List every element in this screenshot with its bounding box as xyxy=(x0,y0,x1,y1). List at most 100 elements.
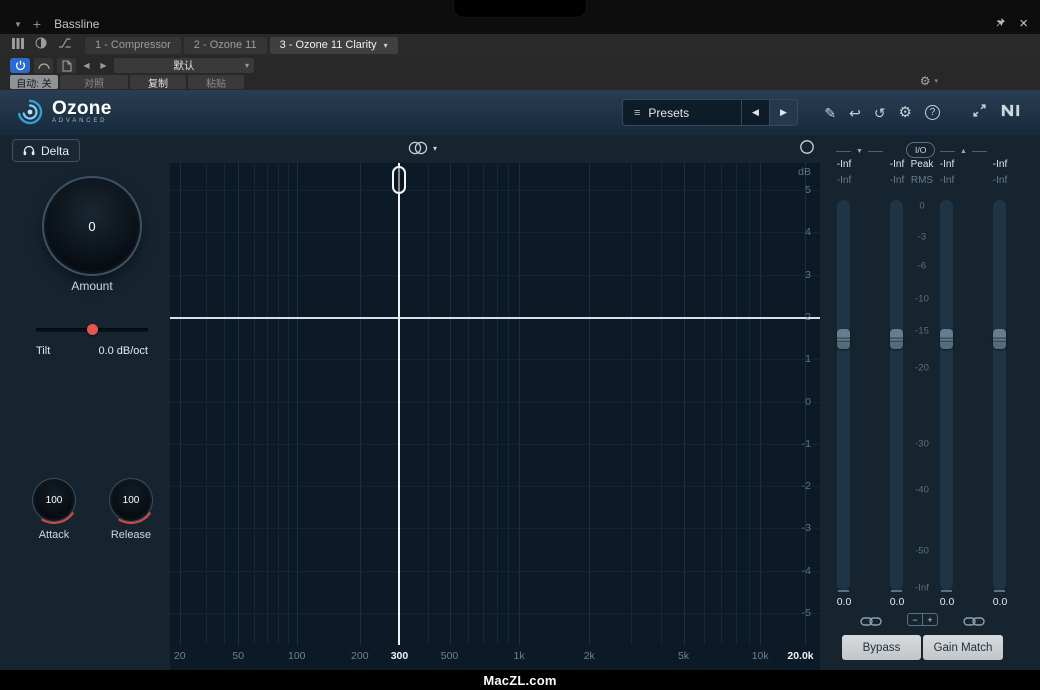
gridline-v xyxy=(450,163,451,645)
input-collapse-control[interactable]: ▼ xyxy=(836,148,883,155)
plugin-power-button[interactable] xyxy=(10,58,30,73)
routing-icon[interactable] xyxy=(58,36,71,54)
gridline-v xyxy=(497,163,498,645)
preset-file-button[interactable] xyxy=(57,58,76,73)
preset-prev-button[interactable]: ◀ xyxy=(741,100,769,125)
release-knob[interactable]: 100 xyxy=(112,481,150,519)
help-icon[interactable]: ? xyxy=(925,105,940,120)
ozone-logo: Ozone ADVANCED xyxy=(16,98,112,126)
db-tick: 2 xyxy=(805,311,811,323)
gridline-v xyxy=(238,163,239,645)
attack-knob[interactable]: 100 xyxy=(35,481,73,519)
collapse-circle-icon[interactable] xyxy=(799,139,815,160)
freq-tick-highlight: 300 xyxy=(391,650,409,662)
trim-plus-button[interactable]: + xyxy=(922,614,937,625)
preset-prev-button[interactable]: ◀ xyxy=(80,58,93,73)
pin-icon[interactable] xyxy=(995,15,1006,33)
output-collapse-control[interactable]: ▲ xyxy=(940,148,987,155)
add-tab-icon[interactable]: + xyxy=(33,19,41,29)
close-icon[interactable]: × xyxy=(1019,17,1028,31)
release-value: 100 xyxy=(123,495,140,506)
gridline-h xyxy=(170,486,820,487)
chain-tab-ozone-clarity[interactable]: 3 - Ozone 11 Clarity ▾ xyxy=(270,37,398,54)
presets-browser-button[interactable]: ≡ Presets xyxy=(623,100,741,125)
tab-label: 3 - Ozone 11 Clarity xyxy=(280,39,377,51)
plugin-window: ▼ + Bassline × 1 - Compressor xyxy=(0,0,1040,690)
chain-bar: 1 - Compressor 2 - Ozone 11 3 - Ozone 11… xyxy=(0,34,1040,56)
gridline-v xyxy=(428,163,429,645)
spectrum-display[interactable]: dB 543210-1-2-3-4-520501002005001k2k5k10… xyxy=(170,163,820,670)
io-toggle[interactable]: I/O xyxy=(906,142,935,158)
resize-icon[interactable] xyxy=(972,103,987,123)
preset-next-button[interactable]: ▶ xyxy=(769,100,797,125)
tilt-band-handle[interactable] xyxy=(392,166,406,194)
delta-button[interactable]: Delta xyxy=(12,139,80,162)
preset-selector[interactable]: 默认 ▾ xyxy=(114,58,254,73)
chain-tab-compressor[interactable]: 1 - Compressor xyxy=(85,37,181,54)
freq-tick: 500 xyxy=(441,650,459,662)
wet-dry-icon[interactable] xyxy=(35,36,47,54)
db-tick: -2 xyxy=(802,480,811,492)
gain-value: 0.0 xyxy=(940,596,955,608)
chevron-down-icon: ▾ xyxy=(384,41,388,50)
input-link-icon[interactable] xyxy=(860,614,882,632)
history-icon[interactable]: ↺ xyxy=(874,106,886,120)
amount-knob[interactable]: 0 xyxy=(46,180,138,272)
host-settings-button[interactable]: ⚙ ▾ xyxy=(920,74,938,88)
input-meter-left[interactable] xyxy=(837,200,850,590)
db-tick: -5 xyxy=(802,607,811,619)
copy-button[interactable]: 复制 xyxy=(130,75,186,89)
automation-toggle[interactable]: 自动: 关 xyxy=(10,75,58,89)
fader-handle[interactable] xyxy=(837,329,850,349)
compare-button[interactable]: 对照 xyxy=(60,75,128,89)
chevron-down-icon: ▾ xyxy=(433,144,437,153)
io-panel: ▼ I/O ▲ Peak RMS − + xyxy=(820,135,1040,670)
output-meter-left[interactable] xyxy=(940,200,953,590)
meter-scale-tick: 0 xyxy=(902,201,942,212)
gridline-v xyxy=(468,163,469,645)
mixer-view-icon[interactable] xyxy=(12,36,24,54)
gridline-v xyxy=(206,163,207,645)
bypass-button[interactable]: Bypass xyxy=(842,635,921,660)
db-axis-unit: dB xyxy=(798,166,811,178)
input-meter-right[interactable] xyxy=(890,200,903,590)
db-tick: 4 xyxy=(805,226,811,238)
tab-label: 1 - Compressor xyxy=(95,39,171,51)
sidechain-listen-button[interactable] xyxy=(34,58,53,73)
dash-icon xyxy=(836,151,851,152)
brand-subtitle: ADVANCED xyxy=(52,118,112,124)
triangle-up-icon: ▲ xyxy=(960,148,967,155)
trim-minus-button[interactable]: − xyxy=(908,614,922,625)
gridline-v xyxy=(224,163,225,645)
gridline-v xyxy=(360,163,361,645)
output-meter-right[interactable] xyxy=(993,200,1006,590)
gridline-h xyxy=(170,232,820,233)
gain-match-button[interactable]: Gain Match xyxy=(923,635,1003,660)
db-tick: -4 xyxy=(802,565,811,577)
meter-scale-tick: -Inf xyxy=(902,583,942,594)
meter-bottom-mark xyxy=(838,590,849,592)
fader-handle[interactable] xyxy=(993,329,1006,349)
power-icon xyxy=(15,60,26,71)
preset-next-button[interactable]: ▶ xyxy=(97,58,110,73)
paste-button[interactable]: 粘贴 xyxy=(188,75,244,89)
settings-gear-icon[interactable]: ⚙ xyxy=(899,106,912,120)
gridline-v xyxy=(519,163,520,645)
freq-tick: 200 xyxy=(351,650,369,662)
db-tick: -1 xyxy=(802,438,811,450)
undo-icon[interactable]: ↩ xyxy=(849,106,861,120)
chain-tab-ozone[interactable]: 2 - Ozone 11 xyxy=(184,37,267,54)
freq-axis-max[interactable]: 20.0k xyxy=(787,650,813,662)
gridline-v xyxy=(589,163,590,645)
db-tick: -3 xyxy=(802,522,811,534)
stereo-mode-selector[interactable]: ▾ xyxy=(406,141,437,155)
tilt-slider-handle[interactable] xyxy=(87,324,98,335)
gridline-h xyxy=(170,571,820,572)
output-link-icon[interactable] xyxy=(963,614,985,632)
bottom-bar: MacZL.com xyxy=(0,670,1040,690)
collapse-icon[interactable]: ▼ xyxy=(14,20,22,29)
attack-label: Attack xyxy=(24,529,84,541)
rms-value: -Inf xyxy=(993,175,1007,186)
gridline-h xyxy=(170,275,820,276)
edit-icon[interactable]: ✎ xyxy=(824,106,836,120)
